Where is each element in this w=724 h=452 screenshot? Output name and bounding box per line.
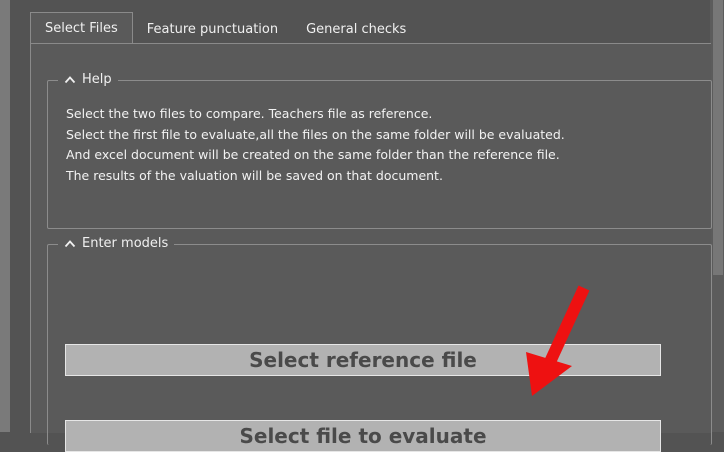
help-line: And excel document will be created on th…	[66, 147, 560, 162]
enter-models-group: Enter models Select reference file Selec…	[47, 236, 712, 452]
help-line: Select the two files to compare. Teacher…	[66, 106, 433, 121]
tab-bar: Select Files Feature punctuation General…	[30, 12, 420, 44]
vertical-scrollbar[interactable]	[710, 0, 724, 432]
window-edge	[0, 0, 10, 432]
help-group-title: Help	[82, 72, 112, 87]
help-group-header[interactable]: Help	[58, 72, 118, 87]
help-line: The results of the valuation will be sav…	[66, 167, 443, 183]
red-arrow-icon	[526, 285, 590, 396]
models-group-title: Enter models	[82, 236, 169, 251]
models-group-header[interactable]: Enter models	[58, 236, 175, 251]
chevron-up-icon[interactable]	[64, 75, 76, 84]
help-group: Help Select the two files to compare. Te…	[47, 72, 712, 229]
help-line: Select the first file to evaluate,all th…	[66, 126, 565, 142]
select-file-to-evaluate-button[interactable]: Select file to evaluate	[65, 420, 661, 452]
tab-general-checks[interactable]: General checks	[292, 16, 420, 44]
tab-feature-punctuation[interactable]: Feature punctuation	[133, 16, 292, 44]
scrollbar-thumb[interactable]	[713, 0, 723, 275]
tab-select-files[interactable]: Select Files	[30, 12, 133, 44]
help-text: Select the two files to compare. Teacher…	[66, 104, 565, 186]
chevron-up-icon[interactable]	[64, 239, 76, 248]
tab-panel-select-files: Help Select the two files to compare. Te…	[30, 43, 712, 452]
